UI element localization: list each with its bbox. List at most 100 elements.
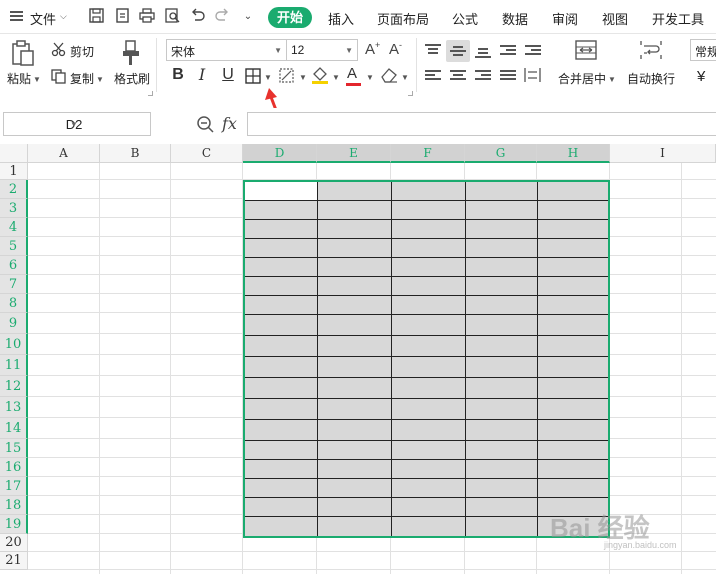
increase-indent-icon[interactable] xyxy=(525,43,541,57)
row-header-21[interactable]: 21 xyxy=(0,552,28,570)
save-icon[interactable] xyxy=(88,8,104,25)
fill-color-icon[interactable] xyxy=(311,66,329,88)
currency-button[interactable]: ¥ xyxy=(697,68,705,85)
font-size-value: 12 xyxy=(291,43,305,57)
quick-access-dropdown-icon[interactable]: ⌄ xyxy=(240,8,256,25)
tab-page-layout[interactable]: 页面布局 xyxy=(377,9,429,28)
align-bottom-icon[interactable] xyxy=(475,46,491,60)
number-format-value: 常规 xyxy=(695,45,716,59)
tab-developer[interactable]: 开发工具 xyxy=(652,9,704,28)
paste-button[interactable]: 粘贴 ▼ xyxy=(7,70,41,87)
row-header-19[interactable]: 19 xyxy=(0,515,28,534)
select-all-corner[interactable] xyxy=(0,144,28,163)
underline-button[interactable]: U xyxy=(218,64,238,86)
increase-font-size-icon[interactable]: A+ xyxy=(365,40,380,58)
row-header-12[interactable]: 12 xyxy=(0,376,28,397)
number-format-select[interactable]: 常规 xyxy=(690,39,716,61)
column-header-a[interactable]: A xyxy=(28,144,100,163)
font-size-select[interactable]: 12 ▼ xyxy=(286,39,358,61)
file-menu[interactable]: 文件 xyxy=(30,9,56,28)
row-header-6[interactable]: 6 xyxy=(0,256,28,275)
tab-data[interactable]: 数据 xyxy=(502,9,528,28)
format-painter-button[interactable]: 格式刷 xyxy=(114,70,150,87)
row-header-5[interactable]: 5 xyxy=(0,237,28,256)
row-header-15[interactable]: 15 xyxy=(0,439,28,458)
clear-dropdown-icon[interactable]: ▼ xyxy=(401,73,409,82)
column-header-c[interactable]: C xyxy=(171,144,243,163)
justify-icon[interactable] xyxy=(500,68,516,82)
row-header-1[interactable]: 1 xyxy=(0,163,28,180)
row-header-16[interactable]: 16 xyxy=(0,458,28,477)
eraser-icon[interactable] xyxy=(380,67,398,86)
name-box[interactable]: D2 ▼ xyxy=(3,112,151,136)
cell-style-dropdown-icon[interactable]: ▼ xyxy=(299,73,307,82)
column-header-d[interactable]: D xyxy=(243,144,317,163)
row-header-11[interactable]: 11 xyxy=(0,355,28,376)
column-header-h[interactable]: H xyxy=(537,144,610,163)
copy-button[interactable]: 复制 ▼ xyxy=(70,70,104,87)
zoom-search-icon[interactable] xyxy=(196,115,214,136)
column-header-e[interactable]: E xyxy=(317,144,391,163)
row-header-8[interactable]: 8 xyxy=(0,294,28,313)
tab-view[interactable]: 视图 xyxy=(602,9,628,28)
grid-row-line xyxy=(28,569,716,570)
borders-dropdown-icon[interactable]: ▼ xyxy=(264,73,272,82)
font-color-icon[interactable]: A xyxy=(347,65,357,82)
merge-center-button[interactable]: 合并居中 ▼ xyxy=(558,70,616,87)
italic-button[interactable]: I xyxy=(192,64,212,86)
column-header-f[interactable]: F xyxy=(391,144,465,163)
print-preview-icon[interactable] xyxy=(164,8,180,25)
redo-icon[interactable] xyxy=(214,8,230,25)
range-row-border xyxy=(245,419,608,420)
row-header-14[interactable]: 14 xyxy=(0,418,28,439)
print-icon[interactable] xyxy=(139,8,155,25)
clipboard-group-launcher-icon[interactable] xyxy=(148,91,153,96)
tab-insert[interactable]: 插入 xyxy=(328,9,354,28)
row-header-18[interactable]: 18 xyxy=(0,496,28,515)
row-header-10[interactable]: 10 xyxy=(0,334,28,355)
align-right-icon[interactable] xyxy=(475,68,491,82)
row-header-9[interactable]: 9 xyxy=(0,313,28,334)
wrap-text-button[interactable]: 自动换行 xyxy=(627,70,675,87)
align-left-icon[interactable] xyxy=(425,68,441,82)
borders-icon[interactable] xyxy=(245,68,261,87)
align-center-icon[interactable] xyxy=(450,68,466,82)
fill-color-dropdown-icon[interactable]: ▼ xyxy=(332,73,340,82)
tab-review[interactable]: 审阅 xyxy=(552,9,578,28)
file-dropdown-icon[interactable]: ⌵ xyxy=(60,11,67,22)
bold-button[interactable]: B xyxy=(168,64,188,86)
column-header-partial[interactable] xyxy=(682,144,716,163)
export-pdf-icon[interactable] xyxy=(114,8,130,25)
row-header-2[interactable]: 2 xyxy=(0,180,28,199)
decrease-indent-icon[interactable] xyxy=(500,43,516,57)
font-name-select[interactable]: 宋体 ▼ xyxy=(166,39,287,61)
tab-home[interactable]: 开始 xyxy=(268,7,312,28)
active-cell-d2[interactable] xyxy=(245,182,318,201)
distributed-align-icon[interactable] xyxy=(524,67,541,86)
paste-icon[interactable] xyxy=(12,40,34,69)
row-header-13[interactable]: 13 xyxy=(0,397,28,418)
align-middle-icon[interactable] xyxy=(450,44,466,58)
column-header-b[interactable]: B xyxy=(100,144,171,163)
decrease-font-size-icon[interactable]: A- xyxy=(389,40,402,58)
insert-function-button[interactable]: fx xyxy=(222,114,237,133)
align-top-icon[interactable] xyxy=(425,42,441,56)
column-header-g[interactable]: G xyxy=(465,144,537,163)
undo-icon[interactable] xyxy=(189,8,205,25)
row-header-20[interactable]: 20 xyxy=(0,534,28,552)
cell-style-icon[interactable] xyxy=(279,68,297,87)
tab-formulas[interactable]: 公式 xyxy=(452,9,478,28)
font-group-launcher-icon[interactable] xyxy=(408,91,413,96)
row-header-7[interactable]: 7 xyxy=(0,275,28,294)
row-header-17[interactable]: 17 xyxy=(0,477,28,496)
selected-range[interactable] xyxy=(243,180,610,538)
range-row-border xyxy=(245,295,608,296)
font-color-dropdown-icon[interactable]: ▼ xyxy=(366,73,374,82)
formula-input[interactable] xyxy=(247,112,716,136)
row-header-4[interactable]: 4 xyxy=(0,218,28,237)
hamburger-menu-icon[interactable] xyxy=(10,11,23,21)
row-header-3[interactable]: 3 xyxy=(0,199,28,218)
cut-button[interactable]: 剪切 xyxy=(70,43,94,60)
range-row-border xyxy=(245,219,608,220)
ribbon-toolbar: 粘贴 ▼ 剪切 复制 ▼ 格式刷 宋体 ▼ 12 ▼ A+ A- B I U ▼ ▼… xyxy=(0,35,716,99)
